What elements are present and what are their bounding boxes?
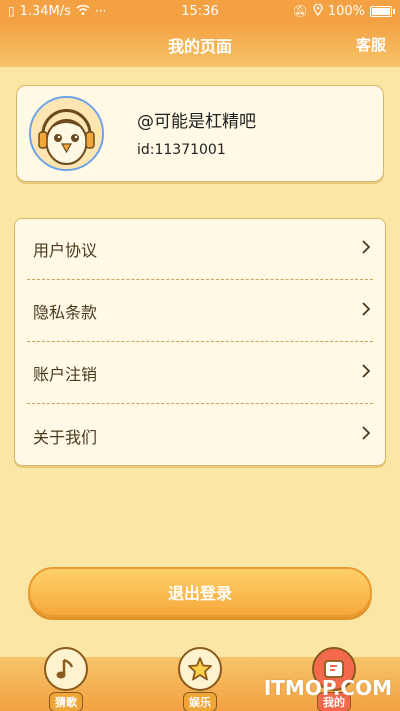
customer-service-button[interactable]: 客服 [356, 34, 386, 55]
music-note-icon [44, 647, 88, 691]
profile-id: id:11371001 [137, 142, 226, 158]
location-icon [313, 2, 323, 19]
menu-item-about-us[interactable]: 关于我们 [27, 405, 373, 466]
menu-item-label: 隐私条款 [33, 303, 98, 322]
mute-icon: 🔕︎ [292, 4, 308, 18]
chevron-right-icon [361, 301, 373, 322]
star-icon [178, 647, 222, 691]
nav-tab-entertainment[interactable]: 娱乐 [170, 647, 230, 711]
watermark: ITMOP.COM [263, 676, 392, 700]
header: 我的页面 客服 [0, 22, 400, 67]
battery-icon [370, 5, 395, 17]
nav-label: 娱乐 [183, 692, 217, 711]
logout-button[interactable]: 退出登录 [28, 567, 372, 617]
more-icon: ··· [94, 4, 107, 18]
chevron-right-icon [361, 363, 373, 384]
menu-item-label: 关于我们 [33, 427, 98, 447]
sim-icon: ▯ [8, 4, 15, 18]
settings-menu: 用户协议 隐私条款 账户注销 关于我们 [14, 218, 386, 466]
status-bar: ▯ 1.34M/s ··· 15:36 🔕︎ 100% [0, 0, 400, 22]
menu-item-privacy-policy[interactable]: 隐私条款 [27, 281, 373, 342]
page-title: 我的页面 [167, 36, 232, 56]
menu-item-account-deletion[interactable]: 账户注销 [27, 343, 373, 404]
profile-card: @可能是杠精吧 id:11371001 [16, 85, 384, 182]
menu-item-user-agreement[interactable]: 用户协议 [27, 219, 373, 280]
status-left: ▯ 1.34M/s ··· [8, 4, 106, 19]
status-right: 🔕︎ 100% [292, 2, 395, 19]
profile-username: @可能是杠精吧 [137, 112, 256, 132]
menu-item-label: 用户协议 [33, 241, 98, 260]
nav-label: 猜歌 [49, 692, 83, 711]
nav-tab-guess-song[interactable]: 猜歌 [36, 647, 96, 711]
avatar[interactable] [29, 96, 104, 171]
chevron-right-icon [361, 239, 373, 260]
network-speed: 1.34M/s [19, 3, 71, 19]
menu-item-label: 账户注销 [33, 365, 98, 384]
owl-avatar-icon [31, 98, 102, 169]
wifi-icon [76, 4, 90, 18]
battery-percent: 100% [327, 3, 365, 19]
chevron-right-icon [361, 425, 373, 446]
